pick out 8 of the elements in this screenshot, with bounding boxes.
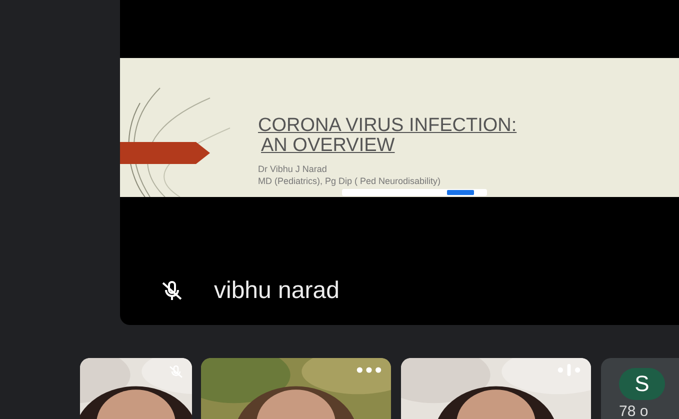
slide-title: CORONA VIRUS INFECTION: <box>258 116 517 136</box>
presenter-name: vibhu narad <box>214 277 340 305</box>
slide-credentials: MD (Pediatrics), Pg Dip ( Ped Neurodisability) <box>258 176 442 186</box>
slide-title: AN OVERVIEW <box>261 136 396 156</box>
more-icon[interactable] <box>355 364 383 376</box>
slide-author: Dr Vibhu J Narad <box>258 164 328 174</box>
participant-caption: 78 o <box>619 403 650 419</box>
avatar: S <box>619 368 665 400</box>
